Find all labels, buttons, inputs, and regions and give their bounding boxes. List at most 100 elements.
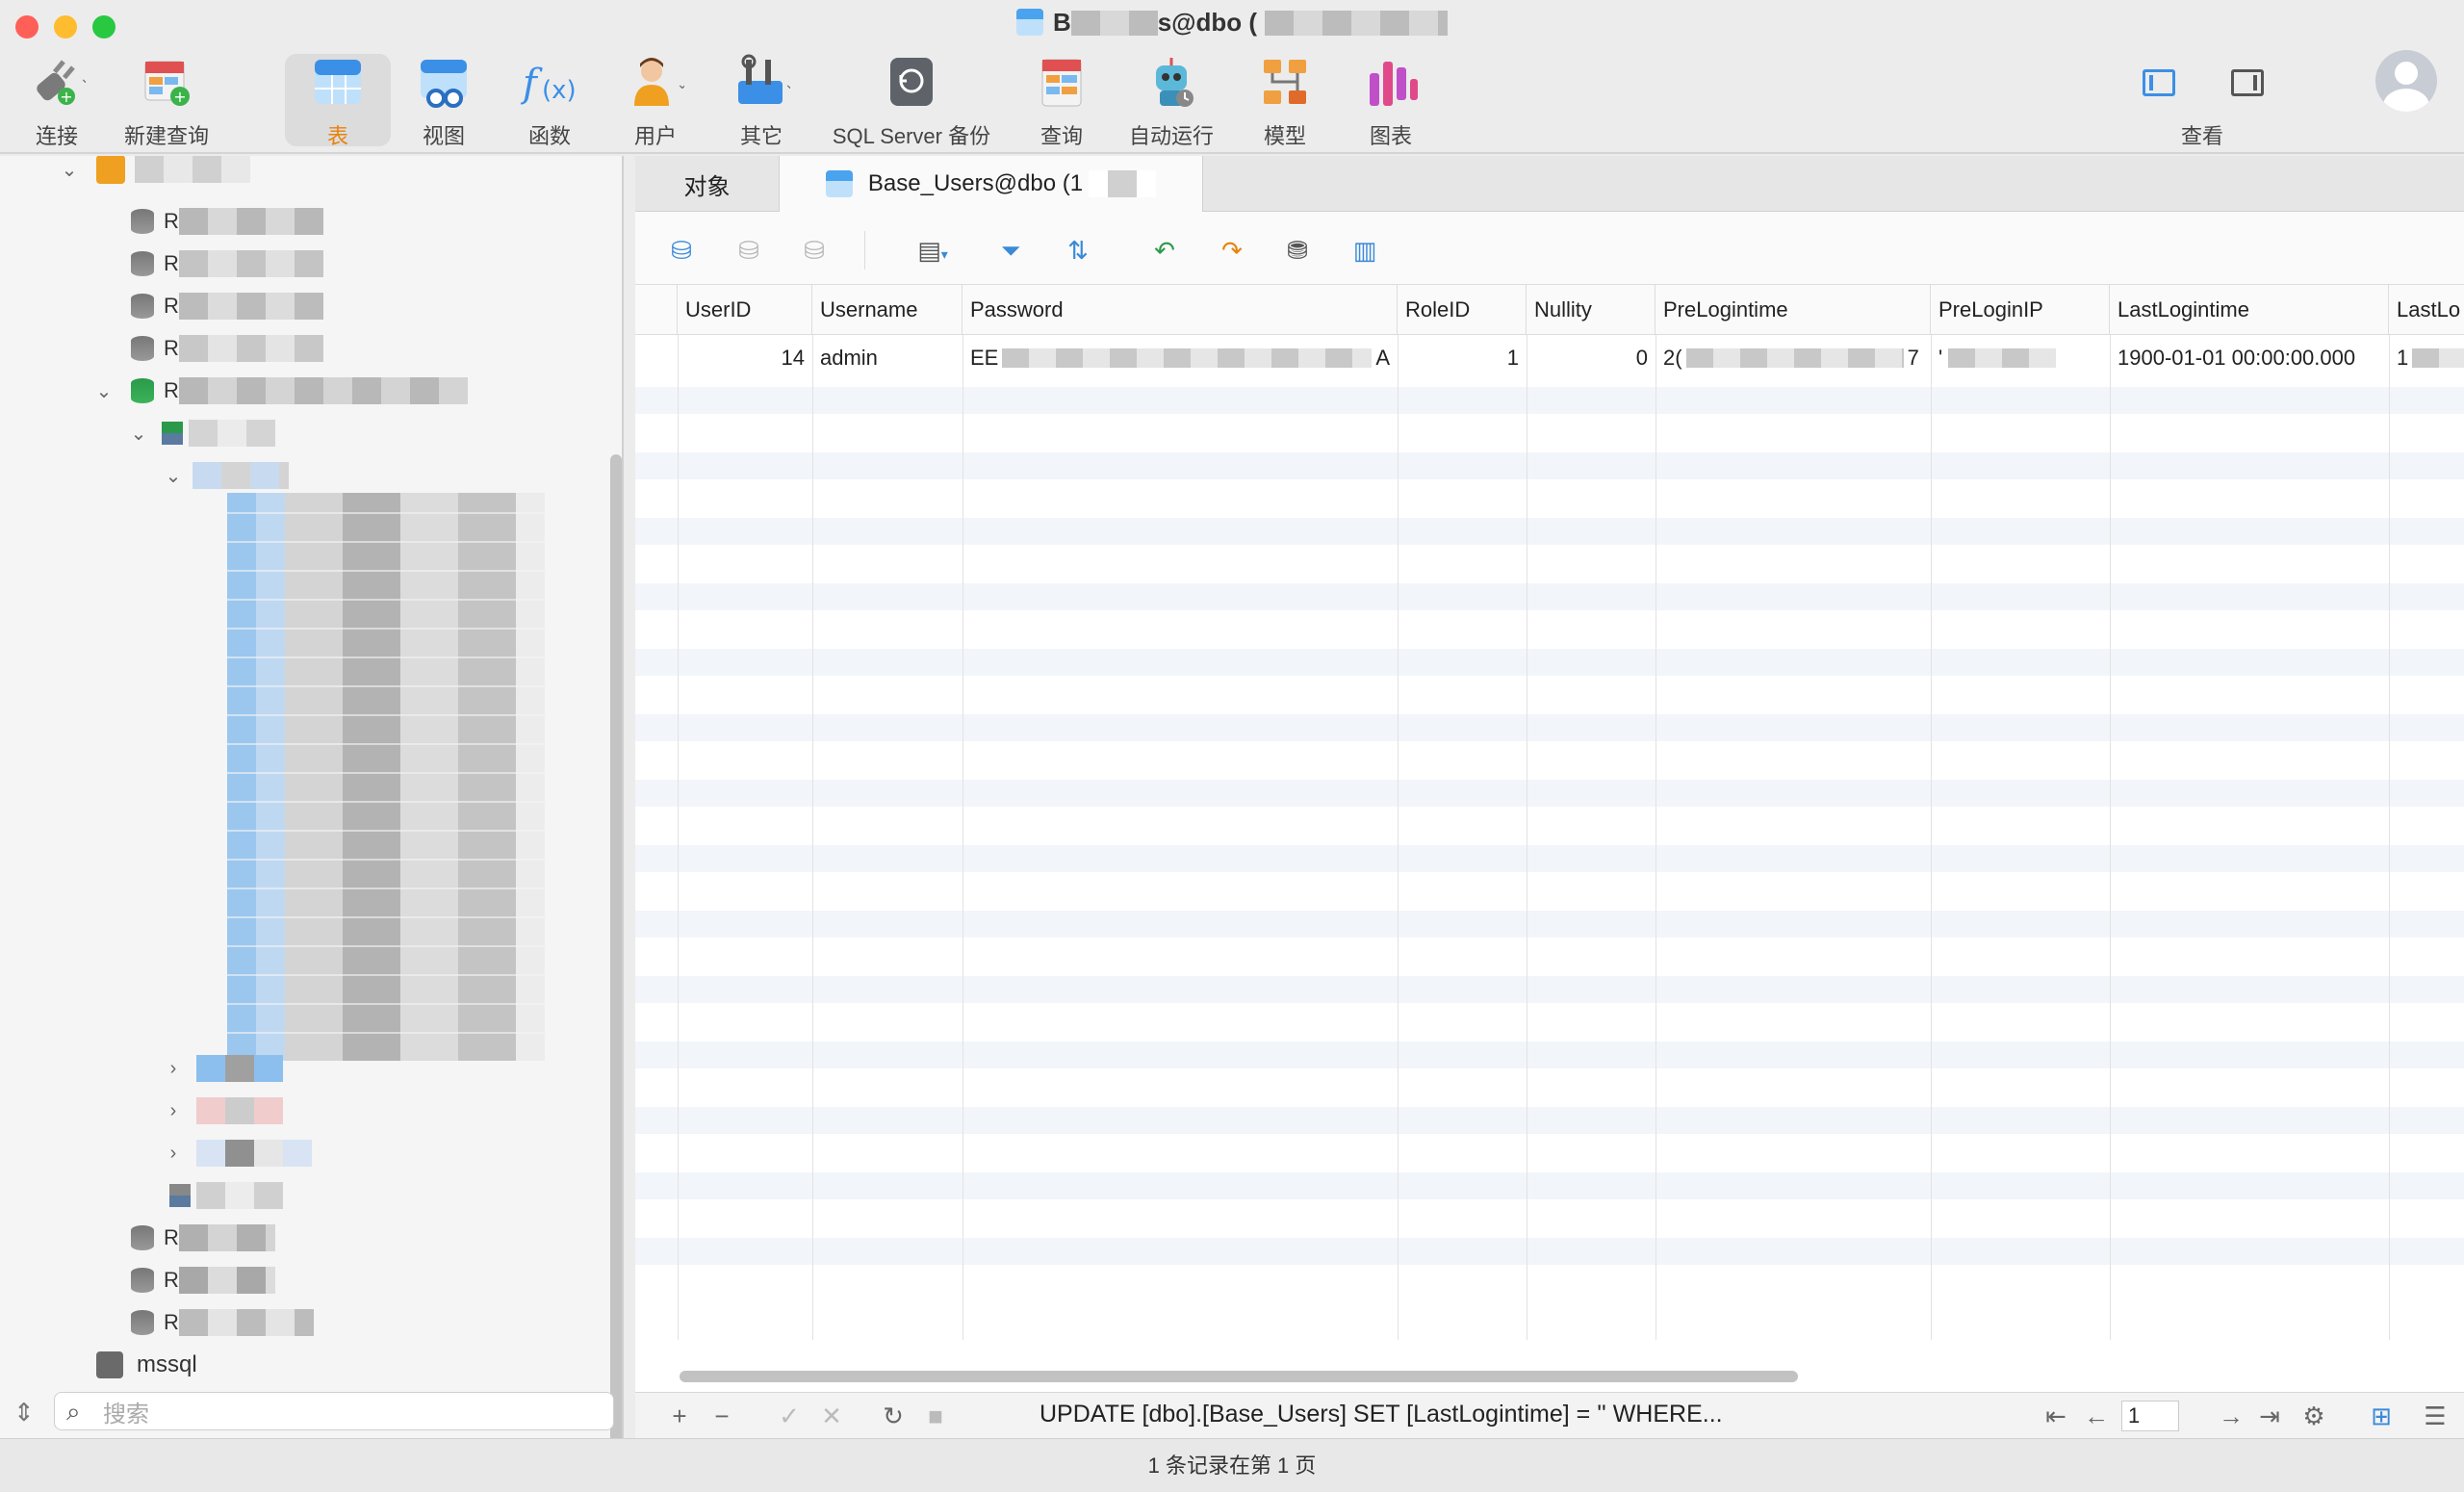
chevron-right-icon[interactable]: › — [162, 1143, 185, 1165]
sidebar-search-input[interactable]: ⌕ 搜索 — [54, 1392, 614, 1430]
grid-view-button[interactable]: ⊞ — [2364, 1399, 2399, 1433]
next-page-button[interactable]: → — [2214, 1399, 2248, 1433]
avatar[interactable] — [2375, 50, 2437, 112]
folder-item[interactable]: › — [162, 1049, 283, 1088]
data-generation-button[interactable]: ⛃ — [1280, 233, 1315, 268]
column-header[interactable]: PreLoginIP — [1931, 285, 2110, 334]
column-header[interactable]: UserID — [678, 285, 812, 334]
connect-button[interactable]: + ⌄ 连接 — [4, 54, 110, 150]
connection-row[interactable]: ⌄ — [58, 156, 250, 189]
svg-text:f: f — [521, 62, 543, 106]
redacted-table-list — [227, 493, 545, 1061]
connection-mssql[interactable]: mssql — [96, 1346, 197, 1384]
column-divider — [678, 335, 679, 1340]
export-button[interactable]: ↷ — [1215, 233, 1249, 268]
folder-item[interactable]: › — [162, 1134, 312, 1172]
sort-button[interactable]: ⇅ — [1061, 233, 1095, 268]
horizontal-scrollbar[interactable] — [680, 1371, 1798, 1382]
tab-base-users[interactable]: Base_Users@dbo (1 — [780, 156, 1203, 212]
function-button[interactable]: f (x) 函数 — [497, 54, 603, 150]
cell-lastlo[interactable]: 1 — [2389, 335, 2464, 381]
schema-item[interactable]: ⌄ — [127, 414, 275, 452]
cell-userid[interactable]: 14 — [678, 335, 812, 381]
page-number-input[interactable]: 1 — [2121, 1401, 2179, 1431]
delete-row-button[interactable]: − — [705, 1399, 739, 1433]
column-divider — [2389, 335, 2390, 1340]
redacted-text — [178, 293, 323, 320]
database-item[interactable]: R — [131, 1261, 275, 1299]
tables-folder[interactable]: ⌄ — [162, 456, 289, 495]
chevron-right-icon[interactable]: › — [162, 1058, 185, 1080]
column-header[interactable]: LastLogintime — [2110, 285, 2389, 334]
database-item[interactable]: R — [131, 202, 323, 241]
commit-button[interactable]: ⛁ — [732, 233, 766, 268]
folder-item[interactable]: › — [162, 1092, 283, 1130]
search-icon: ⌕ — [66, 1397, 81, 1426]
toggle-left-panel-button[interactable] — [2143, 69, 2175, 96]
add-row-button[interactable]: + — [662, 1399, 697, 1433]
database-item[interactable]: R — [131, 1219, 275, 1257]
database-item[interactable]: R — [131, 244, 323, 283]
begin-transaction-button[interactable]: ⛁ — [664, 233, 699, 268]
schema-item[interactable] — [162, 1176, 283, 1215]
cell-lastlogintime[interactable]: 1900-01-01 00:00:00.000 — [2110, 335, 2389, 381]
filter-toggle-icon[interactable]: ⇕ — [13, 1398, 35, 1428]
new-query-button[interactable]: + 新建查询 — [114, 54, 219, 150]
text-view-button[interactable]: ▤▾ — [907, 233, 959, 268]
others-button[interactable]: ⌄ 其它 — [708, 54, 814, 150]
cell-prelogintime[interactable]: 2( 7 — [1656, 335, 1931, 381]
column-header[interactable]: PreLogintime — [1656, 285, 1931, 334]
cell-preloginip[interactable]: ' — [1931, 335, 2110, 381]
chevron-down-icon[interactable]: ⌄ — [127, 422, 150, 446]
model-button[interactable]: 模型 — [1232, 54, 1338, 150]
row-stripe — [635, 911, 2464, 938]
sidebar-scrollbar[interactable] — [610, 454, 622, 1438]
chevron-down-icon[interactable]: ⌄ — [92, 379, 116, 403]
chevron-down-icon[interactable]: ⌄ — [58, 158, 81, 182]
column-header[interactable]: LastLo — [2389, 285, 2464, 334]
discard-changes-button[interactable]: ✕ — [814, 1399, 849, 1433]
sql-server-backup-button[interactable]: SQL Server 备份 — [820, 54, 1003, 150]
stop-button[interactable]: ■ — [918, 1399, 953, 1433]
last-sql-statement: UPDATE [dbo].[Base_Users] SET [LastLogin… — [1040, 1401, 1723, 1428]
cell-roleid[interactable]: 1 — [1398, 335, 1527, 381]
column-header[interactable]: Password — [962, 285, 1398, 334]
table-row[interactable]: 14 admin EE A 1 0 2( 7 ' 1900-01-01 00:0… — [635, 335, 2464, 381]
cell-nullity[interactable]: 0 — [1527, 335, 1656, 381]
page-settings-button[interactable]: ⚙ — [2297, 1399, 2331, 1433]
chevron-right-icon[interactable]: › — [162, 1100, 185, 1122]
tab-objects[interactable]: 对象 — [635, 156, 780, 212]
row-stripe — [635, 976, 2464, 1003]
filter-button[interactable]: ⏷ — [993, 233, 1028, 268]
redacted-text — [1070, 11, 1158, 36]
toggle-right-panel-button[interactable] — [2231, 69, 2264, 96]
database-item[interactable]: R — [131, 329, 323, 368]
database-item[interactable]: R — [131, 1303, 314, 1342]
database-item-expanded[interactable]: ⌄ R — [92, 372, 468, 410]
refresh-button[interactable]: ↻ — [876, 1399, 911, 1433]
last-page-button[interactable]: ⇥ — [2252, 1399, 2287, 1433]
cell-username[interactable]: admin — [812, 335, 962, 381]
previous-page-button[interactable]: ← — [2079, 1399, 2114, 1433]
view-button[interactable]: 视图 — [391, 54, 497, 150]
database-item[interactable]: R — [131, 287, 323, 325]
column-header[interactable]: RoleID — [1398, 285, 1527, 334]
table-button[interactable]: 表 — [285, 54, 391, 148]
grid-bottom-bar: + − ✓ ✕ ↻ ■ UPDATE [dbo].[Base_Users] SE… — [635, 1392, 2464, 1438]
rollback-button[interactable]: ⛁ — [797, 233, 832, 268]
query-button[interactable]: 查询 — [1009, 54, 1115, 150]
user-button[interactable]: ⌄ 用户 — [603, 54, 708, 150]
apply-changes-button[interactable]: ✓ — [772, 1399, 807, 1433]
chart-button[interactable]: 图表 — [1338, 54, 1444, 150]
row-stripe — [635, 845, 2464, 872]
first-page-button[interactable]: ⇤ — [2039, 1399, 2073, 1433]
tools-icon: ⌄ — [732, 54, 796, 112]
column-header[interactable]: Nullity — [1527, 285, 1656, 334]
chart-view-button[interactable]: ▥ — [1348, 233, 1382, 268]
chevron-down-icon[interactable]: ⌄ — [162, 464, 185, 488]
column-header[interactable]: Username — [812, 285, 962, 334]
import-button[interactable]: ↶ — [1147, 233, 1182, 268]
form-view-button[interactable]: ☰ — [2418, 1399, 2452, 1433]
automation-button[interactable]: 自动运行 — [1118, 54, 1224, 150]
cell-password[interactable]: EE A — [962, 335, 1398, 381]
